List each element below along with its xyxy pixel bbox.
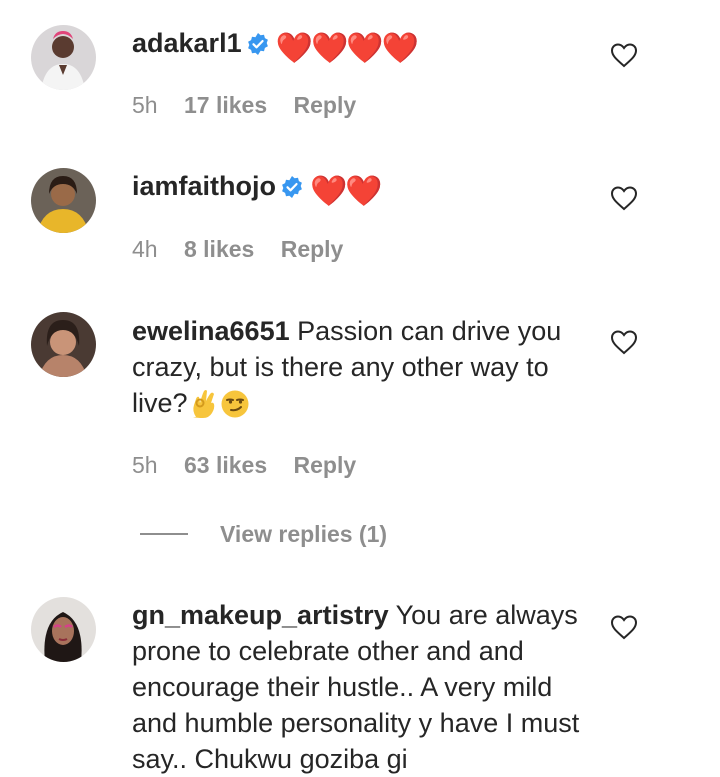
- username[interactable]: iamfaithojo: [132, 171, 276, 201]
- likes-count[interactable]: 17 likes: [184, 92, 267, 118]
- view-replies-label: View replies (1): [220, 520, 388, 547]
- heart-outline-icon[interactable]: [610, 185, 638, 211]
- smirk-emoji-icon: [220, 389, 250, 428]
- comment-meta: 5h 63 likes Reply: [132, 452, 376, 479]
- reply-button[interactable]: Reply: [294, 92, 357, 118]
- verified-badge-icon: [246, 29, 270, 65]
- username[interactable]: adakarl1: [132, 28, 242, 58]
- comment-meta: 4h 8 likes Reply: [132, 236, 363, 263]
- likes-count[interactable]: 63 likes: [184, 452, 267, 478]
- view-replies-button[interactable]: View replies (1): [140, 516, 387, 552]
- comment-meta: 5h 17 likes Reply: [132, 92, 376, 119]
- username[interactable]: gn_makeup_artistry: [132, 600, 389, 630]
- heart-outline-icon[interactable]: [610, 329, 638, 355]
- comment-time: 5h: [132, 92, 158, 118]
- avatar[interactable]: [31, 168, 96, 233]
- avatar[interactable]: [31, 597, 96, 662]
- comment-text: ❤️❤️: [310, 175, 383, 208]
- verified-badge-icon: [280, 172, 304, 208]
- comment-text: ❤️❤️❤️❤️: [275, 32, 419, 65]
- comment-time: 4h: [132, 236, 158, 262]
- avatar[interactable]: [31, 25, 96, 90]
- reply-button[interactable]: Reply: [281, 236, 344, 262]
- heart-outline-icon[interactable]: [610, 614, 638, 640]
- likes-count[interactable]: 8 likes: [184, 236, 254, 262]
- ok-hand-emoji-icon: [190, 389, 218, 428]
- divider: [140, 533, 188, 535]
- comment-time: 5h: [132, 452, 158, 478]
- reply-button[interactable]: Reply: [294, 452, 357, 478]
- username[interactable]: ewelina6651: [132, 316, 290, 346]
- avatar[interactable]: [31, 312, 96, 377]
- heart-outline-icon[interactable]: [610, 42, 638, 68]
